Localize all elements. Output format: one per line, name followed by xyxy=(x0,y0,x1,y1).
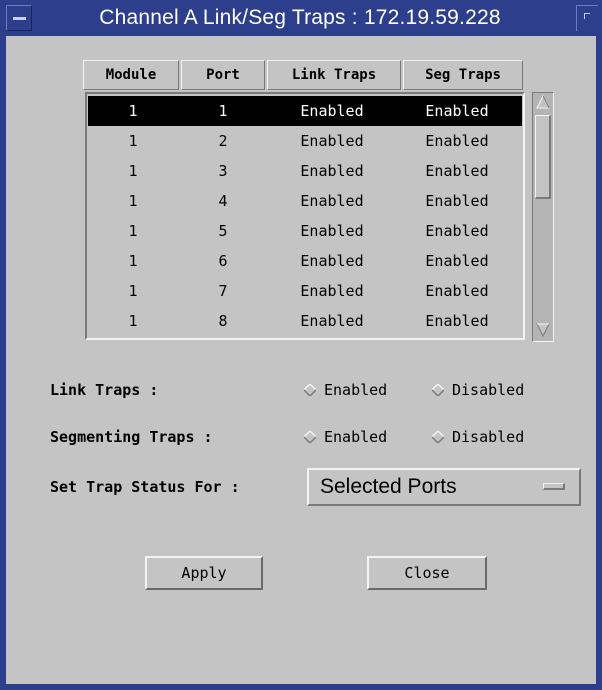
module-cell: 1 xyxy=(128,132,138,150)
radio-diamond-icon xyxy=(432,431,444,443)
link-traps-enabled-label: Enabled xyxy=(324,381,388,399)
port-cell: 4 xyxy=(218,192,228,210)
set-trap-status-label: Set Trap Status For : xyxy=(50,478,240,496)
maximize-button[interactable] xyxy=(576,5,598,31)
set-trap-status-option-menu[interactable]: Selected Ports xyxy=(307,468,581,506)
close-button[interactable]: Close xyxy=(367,556,487,590)
link-traps-cell: Enabled xyxy=(300,162,364,180)
link-traps-cell: Enabled xyxy=(300,192,364,210)
table-row[interactable]: 1 2 Enabled Enabled xyxy=(88,126,522,156)
port-cell: 6 xyxy=(218,252,228,270)
dialog-window: Channel A Link/Seg Traps : 172.19.59.228… xyxy=(0,0,602,690)
radio-diamond-icon xyxy=(304,384,316,396)
seg-traps-cell: Enabled xyxy=(425,192,489,210)
seg-traps-cell: Enabled xyxy=(425,252,489,270)
seg-traps-cell: Enabled xyxy=(425,312,489,330)
list-scrollbar[interactable] xyxy=(532,92,554,342)
seg-traps-cell: Enabled xyxy=(425,222,489,240)
radio-diamond-icon xyxy=(432,384,444,396)
title-bar[interactable]: Channel A Link/Seg Traps : 172.19.59.228 xyxy=(0,0,602,36)
port-cell: 8 xyxy=(218,312,228,330)
scroll-down-arrow-icon[interactable] xyxy=(536,323,550,337)
module-cell: 1 xyxy=(128,222,138,240)
maximize-icon xyxy=(584,13,590,19)
port-cell: 1 xyxy=(218,102,228,120)
segmenting-traps-label: Segmenting Traps : xyxy=(50,428,213,446)
seg-traps-cell: Enabled xyxy=(425,132,489,150)
window-title: Channel A Link/Seg Traps : 172.19.59.228 xyxy=(99,6,501,29)
table-row[interactable]: 1 1 Enabled Enabled xyxy=(88,96,522,126)
segmenting-traps-enabled-label: Enabled xyxy=(324,428,388,446)
link-traps-cell: Enabled xyxy=(300,102,364,120)
table-row[interactable]: 1 3 Enabled Enabled xyxy=(88,156,522,186)
column-header-link-traps: Link Traps xyxy=(267,60,401,90)
module-cell: 1 xyxy=(128,252,138,270)
column-header-port: Port xyxy=(181,60,265,90)
apply-button[interactable]: Apply xyxy=(145,556,263,590)
module-cell: 1 xyxy=(128,192,138,210)
module-cell: 1 xyxy=(128,162,138,180)
seg-traps-cell: Enabled xyxy=(425,282,489,300)
segmenting-traps-disabled-radio[interactable]: Disabled xyxy=(432,427,524,447)
port-cell: 5 xyxy=(218,222,228,240)
seg-traps-cell: Enabled xyxy=(425,162,489,180)
module-cell: 1 xyxy=(128,102,138,120)
link-traps-enabled-radio[interactable]: Enabled xyxy=(304,380,387,400)
table-row[interactable]: 1 7 Enabled Enabled xyxy=(88,276,522,306)
window-menu-icon xyxy=(13,17,26,20)
column-header-seg-traps: Seg Traps xyxy=(403,60,523,90)
link-traps-label: Link Traps : xyxy=(50,381,159,399)
port-cell: 2 xyxy=(218,132,228,150)
table-row[interactable]: 1 6 Enabled Enabled xyxy=(88,246,522,276)
seg-traps-cell: Enabled xyxy=(425,102,489,120)
column-header-module: Module xyxy=(83,60,179,90)
link-traps-cell: Enabled xyxy=(300,222,364,240)
link-traps-cell: Enabled xyxy=(300,252,364,270)
radio-diamond-icon xyxy=(304,431,316,443)
option-menu-value: Selected Ports xyxy=(320,475,457,498)
table-row[interactable]: 1 4 Enabled Enabled xyxy=(88,186,522,216)
link-traps-disabled-radio[interactable]: Disabled xyxy=(432,380,524,400)
port-list[interactable]: 1 1 Enabled Enabled 1 2 Enabled Enabled 1 3 Enable… xyxy=(85,92,525,340)
scroll-up-arrow-icon[interactable] xyxy=(536,95,550,109)
table-row[interactable]: 1 5 Enabled Enabled xyxy=(88,216,522,246)
link-traps-cell: Enabled xyxy=(300,132,364,150)
segmenting-traps-enabled-radio[interactable]: Enabled xyxy=(304,427,387,447)
port-cell: 7 xyxy=(218,282,228,300)
module-cell: 1 xyxy=(128,312,138,330)
link-traps-disabled-label: Disabled xyxy=(452,381,525,399)
window-menu-button[interactable] xyxy=(6,5,32,31)
table-row[interactable]: 1 8 Enabled Enabled xyxy=(88,306,522,336)
port-cell: 3 xyxy=(218,162,228,180)
link-traps-cell: Enabled xyxy=(300,312,364,330)
link-traps-cell: Enabled xyxy=(300,282,364,300)
option-menu-indicator-icon xyxy=(543,483,565,490)
segmenting-traps-disabled-label: Disabled xyxy=(452,428,525,446)
module-cell: 1 xyxy=(128,282,138,300)
scroll-thumb[interactable] xyxy=(535,115,551,199)
